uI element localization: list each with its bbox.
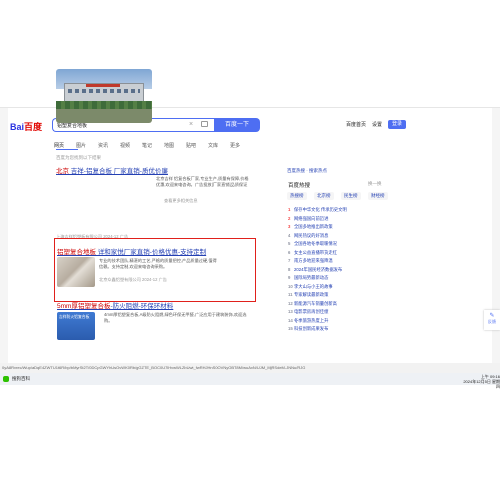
hot-list-item[interactable]: 3 全国多地推出新政策 [288, 224, 333, 230]
hot-list-item[interactable]: 9 国际局势最新动态 [288, 275, 328, 281]
taskbar-app-label[interactable]: 搜狗百科 [12, 376, 30, 382]
result-image-2[interactable] [57, 257, 95, 287]
hot-item-label: 国际局势最新动态 [294, 275, 329, 280]
hot-item-label: 全国各地冬季取暖情况 [294, 241, 337, 246]
result-more-1[interactable]: 查看更多相关信息 [164, 198, 198, 204]
feedback-button[interactable]: ✎ 反馈 [484, 310, 500, 330]
hot-item-label: 冬季旅游热度上升 [294, 317, 329, 323]
search-button[interactable]: 百度一下 [214, 118, 260, 132]
tab-more[interactable]: 更多 [230, 142, 240, 149]
hot-item-label: 李大山与小王的故事 [294, 283, 333, 289]
left-margin [0, 108, 8, 364]
refresh-link[interactable]: 换一换 [368, 181, 382, 187]
hot-item-label: 电影票房再创佳绩 [294, 309, 329, 314]
hot-item-label: 网络强国向前迈进 [294, 215, 329, 221]
hot-list-item[interactable]: 13电影票房再创佳绩 [288, 309, 328, 315]
hot-list-item[interactable]: 5 全国各地冬季取暖情况 [288, 241, 337, 247]
settings-link[interactable]: 设置 [372, 121, 382, 128]
hot-list-item[interactable]: 11专家解读最新政策 [288, 292, 328, 298]
result-image-3[interactable]: 吉祥防火铝复合板 [57, 312, 95, 340]
tab-news[interactable]: 资讯 [98, 142, 108, 149]
hot-item-label: 2024年国民经济数据发布 [294, 266, 343, 272]
hot-list-item[interactable]: 14冬季旅游热度上升 [288, 318, 328, 324]
hot-list-item[interactable]: 10李大山与小王的故事 [288, 284, 333, 290]
baidu-logo[interactable]: Bai百度 [10, 120, 42, 133]
taskbar [0, 373, 500, 385]
status-url: 0yA8Rvrec/Wup/aDqE4ZWTU1t6R/bp/bMyrSt2T/… [0, 363, 500, 373]
edit-icon: ✎ [489, 313, 495, 319]
hot-list-item[interactable]: 6 女主公益直播带货走红 [288, 250, 337, 256]
result-snippet-3: 4mm厚铝塑复合板,A级防火阻燃,绿色环保无甲醛,广泛应用于建筑装饰,欢迎选购。 [104, 312, 247, 323]
result-title-1[interactable]: 北京 吉祥-铝复合板 厂家直销-质优价廉 [56, 165, 168, 175]
result-meta-2: 北京众鑫铝塑有限公司 2024-12 广告 [99, 277, 167, 282]
active-tab-indicator [56, 149, 78, 150]
result-count: 百度为您找到以下结果 [56, 155, 101, 160]
hot-item-label: 科技创新成果发布 [294, 326, 329, 331]
tab-video[interactable]: 视频 [120, 142, 130, 149]
tab-map[interactable]: 地图 [164, 142, 174, 149]
hot-item-label: 全国多地推出新政策 [294, 224, 333, 229]
hot-item-label: 南方多地迎来强降温 [294, 258, 333, 263]
tray-clock[interactable]: 上午 09:16 2024年12月5日 星期四 [460, 374, 500, 389]
result-image-1[interactable] [56, 69, 152, 123]
tab-images[interactable]: 图片 [76, 142, 86, 149]
result-title-2[interactable]: 铝塑复合地板 详和家悦厂家直销-价格优惠-支持定制 [57, 246, 206, 256]
tab-notes[interactable]: 笔记 [142, 142, 152, 149]
hot-header-link[interactable]: 百度热搜 · 搜索热点 [287, 168, 327, 174]
result-snippet-1: 北京吉祥 铝复合板厂家,专业生产,质量有保障,价格优惠,欢迎来电咨询。广告投放|… [156, 176, 249, 187]
hot-list-item[interactable]: 8 2024年国民经济数据发布 [288, 267, 342, 273]
hot-list-item[interactable]: 2 网络强国向前迈进 [288, 216, 328, 222]
hot-item-label: 保存中华文化 传承历史文明 [294, 207, 347, 212]
tab-wenku[interactable]: 文库 [208, 142, 218, 149]
result-snippet-2: 专业的技术团队,精湛的工艺,严格的质量把控,产品质量过硬,值得信赖。支持定制,欢… [99, 258, 217, 269]
hot-tab-2[interactable]: 北京榜 [314, 192, 334, 200]
hot-list-item[interactable]: 15科技创新成果发布 [288, 326, 328, 332]
result-title-3[interactable]: 5mm厚铝塑复合板-防火阻燃-环保环材料 [57, 300, 173, 310]
hot-tab-3[interactable]: 民生榜 [341, 192, 361, 200]
hot-tab-4[interactable]: 财经榜 [368, 192, 388, 200]
clear-icon[interactable]: × [189, 121, 193, 128]
hot-item-label: 新能源汽车销量创新高 [294, 300, 337, 306]
tab-tieba[interactable]: 贴吧 [186, 142, 196, 149]
hot-item-label: 女主公益直播带货走红 [294, 249, 337, 255]
camera-icon[interactable] [201, 121, 208, 127]
hot-item-label: 网民热议的好消息 [294, 232, 329, 238]
login-button[interactable]: 登录 [388, 120, 406, 129]
hot-tab-1[interactable]: 热搜榜 [287, 192, 307, 200]
home-link[interactable]: 百度首页 [346, 121, 366, 128]
hot-list-item[interactable]: 4 网民热议的好消息 [288, 233, 328, 239]
wechat-icon[interactable] [3, 376, 9, 382]
hot-title: 百度热搜 [288, 183, 311, 189]
hot-item-label: 专家解读最新政策 [294, 292, 329, 297]
hot-list-item[interactable]: 1 保存中华文化 传承历史文明 [288, 207, 347, 213]
hot-list-item[interactable]: 12新能源汽车销量创新高 [288, 301, 337, 307]
tab-web[interactable]: 网页 [54, 142, 64, 149]
hot-list-item[interactable]: 7 南方多地迎来强降温 [288, 258, 333, 264]
